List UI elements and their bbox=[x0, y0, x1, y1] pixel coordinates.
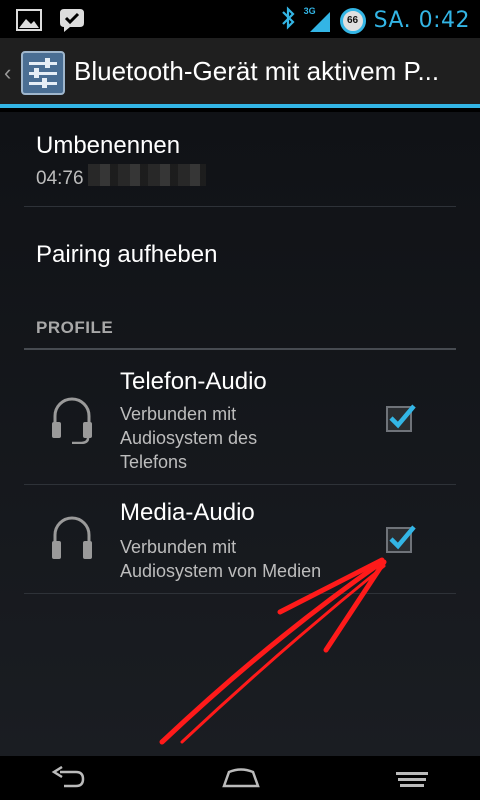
navigation-bar bbox=[0, 756, 480, 800]
recent-apps-button[interactable] bbox=[394, 766, 430, 795]
recent-apps-icon bbox=[396, 772, 428, 787]
back-icon bbox=[51, 765, 85, 788]
home-button[interactable] bbox=[222, 766, 260, 795]
annotation-arrow bbox=[159, 557, 387, 745]
back-button[interactable] bbox=[50, 765, 86, 795]
home-icon bbox=[222, 768, 260, 788]
